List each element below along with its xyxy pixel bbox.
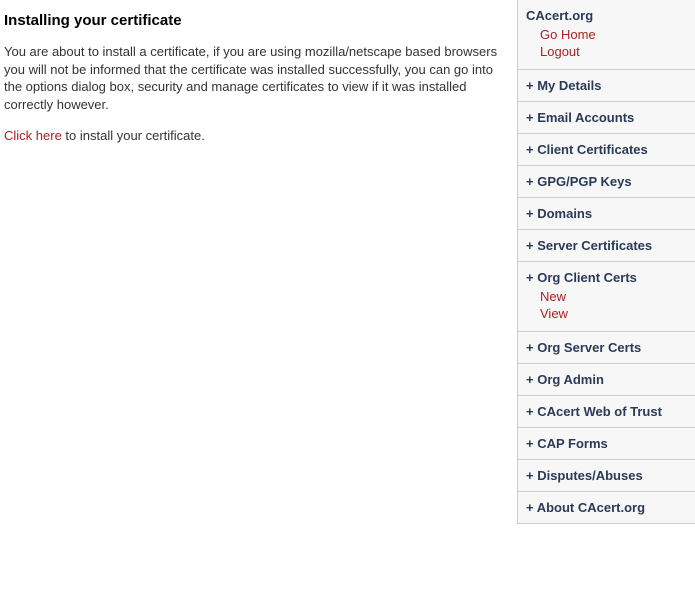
section-web-of-trust[interactable]: + CAcert Web of Trust [518,396,695,428]
section-label: + Client Certificates [526,142,648,157]
install-link[interactable]: Click here [4,128,62,143]
section-label: + Domains [526,206,592,221]
sidebar-title: CAcert.org [526,8,689,23]
sidebar-top-block: CAcert.org Go Home Logout [518,0,695,70]
page-title: Installing your certificate [4,12,513,29]
section-org-client-certs: + Org Client Certs New View [518,262,695,332]
section-label: + Email Accounts [526,110,634,125]
org-client-view[interactable]: View [540,306,689,323]
section-label: + Org Admin [526,372,604,387]
section-org-admin[interactable]: + Org Admin [518,364,695,396]
section-label: + CAcert Web of Trust [526,404,662,419]
section-label: + Disputes/Abuses [526,468,643,483]
nav-go-home[interactable]: Go Home [540,27,689,44]
section-disputes-abuses[interactable]: + Disputes/Abuses [518,460,695,492]
section-cap-forms[interactable]: + CAP Forms [518,428,695,460]
section-label: + My Details [526,78,602,93]
section-label: + CAP Forms [526,436,608,451]
section-server-certificates[interactable]: + Server Certificates [518,230,695,262]
sidebar: CAcert.org Go Home Logout + My Details +… [517,0,695,524]
nav-logout[interactable]: Logout [540,44,689,61]
section-email-accounts[interactable]: + Email Accounts [518,102,695,134]
section-label: + Org Server Certs [526,340,641,355]
install-description: You are about to install a certificate, … [4,43,513,113]
install-line: Click here to install your certificate. [4,127,513,145]
section-gpg-pgp-keys[interactable]: + GPG/PGP Keys [518,166,695,198]
section-about-cacert[interactable]: + About CAcert.org [518,492,695,524]
section-client-certificates[interactable]: + Client Certificates [518,134,695,166]
section-my-details[interactable]: + My Details [518,70,695,102]
section-label: + Server Certificates [526,238,652,253]
section-label: + About CAcert.org [526,500,645,515]
section-label: + GPG/PGP Keys [526,174,632,189]
org-client-new[interactable]: New [540,289,689,306]
section-org-server-certs[interactable]: + Org Server Certs [518,332,695,364]
install-tail: to install your certificate. [62,128,205,143]
section-domains[interactable]: + Domains [518,198,695,230]
section-label[interactable]: + Org Client Certs [526,270,637,285]
main-content: Installing your certificate You are abou… [0,0,517,524]
